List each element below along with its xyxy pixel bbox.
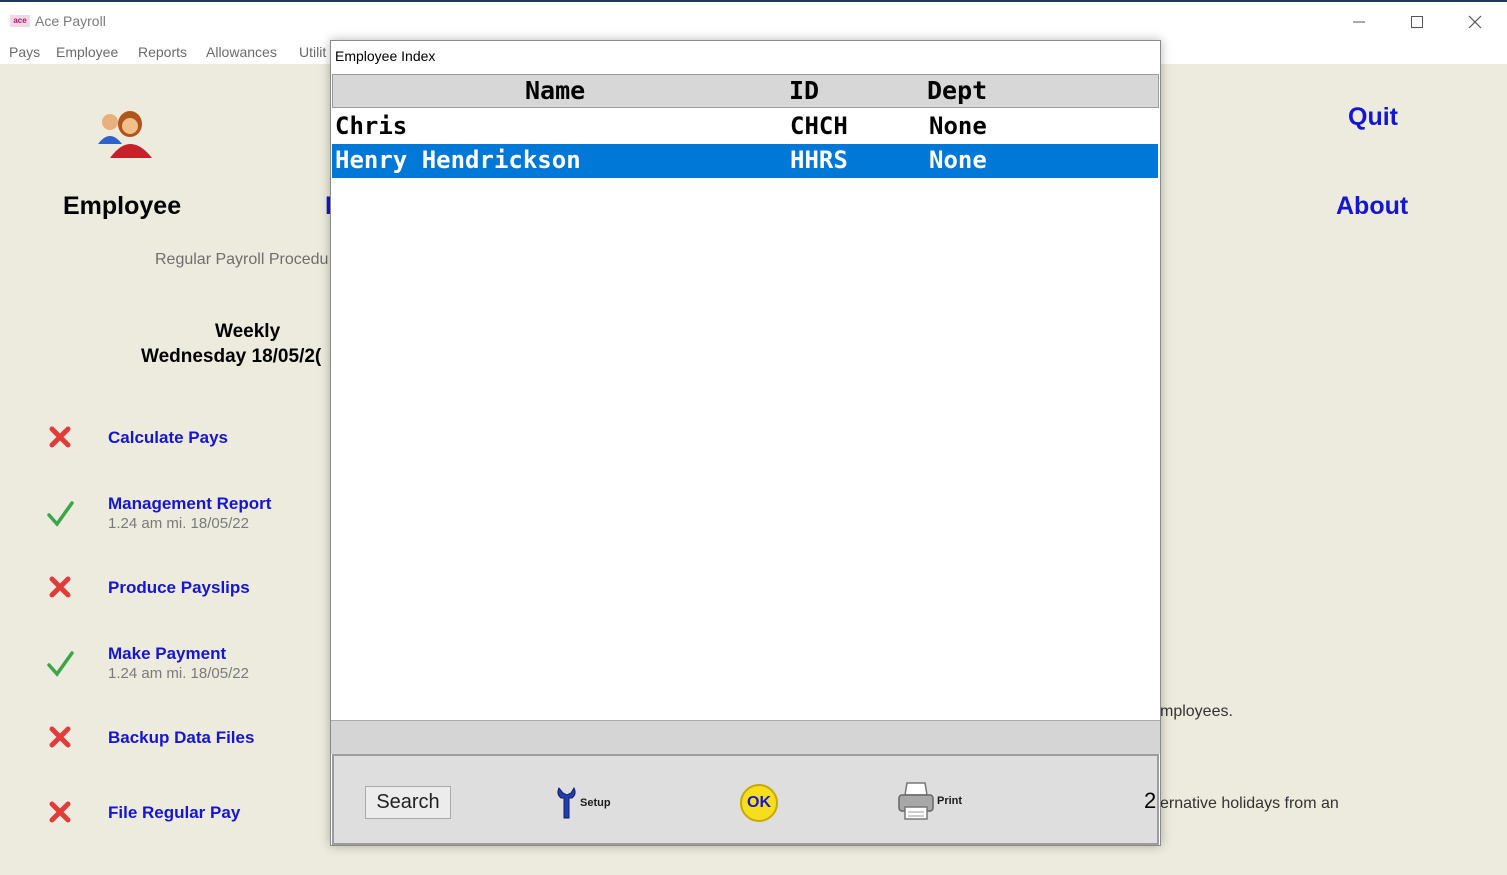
- file-regular-pay-link[interactable]: File Regular Pay: [108, 803, 240, 823]
- produce-payslips-link[interactable]: Produce Payslips: [108, 578, 250, 598]
- close-icon: [1468, 15, 1482, 29]
- menu-pays[interactable]: Pays: [9, 44, 40, 60]
- menu-employee[interactable]: Employee: [56, 44, 118, 60]
- column-name-header[interactable]: Name: [525, 76, 585, 105]
- pay-date: Wednesday 18/05/2(: [141, 346, 322, 367]
- employee-index-dialog: Employee Index Name ID Dept Chris CHCH N…: [330, 40, 1161, 846]
- window-title: Ace Payroll: [35, 13, 106, 29]
- status-strip: [331, 720, 1160, 754]
- print-label: Print: [937, 795, 963, 807]
- search-button[interactable]: Search: [365, 786, 451, 819]
- cross-icon: [49, 576, 71, 598]
- table-row-selected[interactable]: Henry Hendrickson HHRS None: [332, 144, 1158, 178]
- pay-frequency: Weekly: [215, 321, 281, 342]
- employee-id: CHCH: [790, 112, 848, 140]
- dialog-title: Employee Index: [335, 48, 436, 64]
- dialog-toolbar: Search Setup OK Print 2: [332, 754, 1159, 845]
- title-bar: ace Ace Payroll: [0, 0, 1507, 40]
- employees-note: mployees.: [1160, 703, 1233, 720]
- cross-icon: [49, 801, 71, 823]
- print-button[interactable]: Print: [897, 780, 962, 822]
- employee-count: 2: [1144, 788, 1157, 813]
- holidays-note: ernative holidays from an: [1160, 795, 1339, 812]
- table-row[interactable]: Chris CHCH None: [332, 110, 1158, 144]
- check-icon: [47, 651, 74, 677]
- employee-list: Chris CHCH None Henry Hendrickson HHRS N…: [332, 108, 1159, 720]
- employee-id: HHRS: [790, 146, 848, 174]
- minimize-button[interactable]: [1336, 8, 1382, 36]
- printer-icon: [898, 782, 934, 820]
- management-report-link[interactable]: Management Report: [108, 494, 271, 514]
- employee-group-icon[interactable]: [96, 108, 158, 160]
- wrench-icon: [557, 786, 576, 819]
- employee-dept: None: [929, 146, 987, 174]
- column-dept-header[interactable]: Dept: [927, 76, 987, 105]
- ok-button[interactable]: OK: [740, 784, 778, 822]
- setup-button[interactable]: Setup: [556, 783, 611, 823]
- make-payment-time: 1.24 am mi. 18/05/22: [108, 665, 249, 682]
- maximize-button[interactable]: [1394, 8, 1440, 36]
- employee-name: Henry Hendrickson: [335, 146, 581, 174]
- menu-reports[interactable]: Reports: [138, 44, 187, 60]
- employee-dept: None: [929, 112, 987, 140]
- management-report-time: 1.24 am mi. 18/05/22: [108, 515, 249, 532]
- about-link[interactable]: About: [1336, 192, 1408, 221]
- employee-name: Chris: [335, 112, 408, 140]
- menu-utilities[interactable]: Utilit: [299, 44, 326, 60]
- minimize-icon: [1353, 21, 1365, 23]
- calculate-pays-link[interactable]: Calculate Pays: [108, 428, 228, 448]
- check-icon: [47, 501, 74, 527]
- cross-icon: [49, 726, 71, 748]
- backup-data-files-link[interactable]: Backup Data Files: [108, 728, 254, 748]
- quit-link[interactable]: Quit: [1348, 103, 1398, 132]
- close-button[interactable]: [1452, 8, 1498, 36]
- make-payment-link[interactable]: Make Payment: [108, 644, 226, 664]
- setup-label: Setup: [580, 797, 611, 809]
- grid-header: Name ID Dept: [332, 74, 1159, 108]
- cross-icon: [49, 426, 71, 448]
- regular-procedure-heading: Regular Payroll Procedu: [155, 251, 329, 268]
- app-logo: ace: [10, 15, 30, 27]
- column-id-header[interactable]: ID: [789, 76, 819, 105]
- maximize-icon: [1411, 16, 1423, 28]
- menu-allowances[interactable]: Allowances: [206, 44, 277, 60]
- employee-label[interactable]: Employee: [63, 192, 181, 221]
